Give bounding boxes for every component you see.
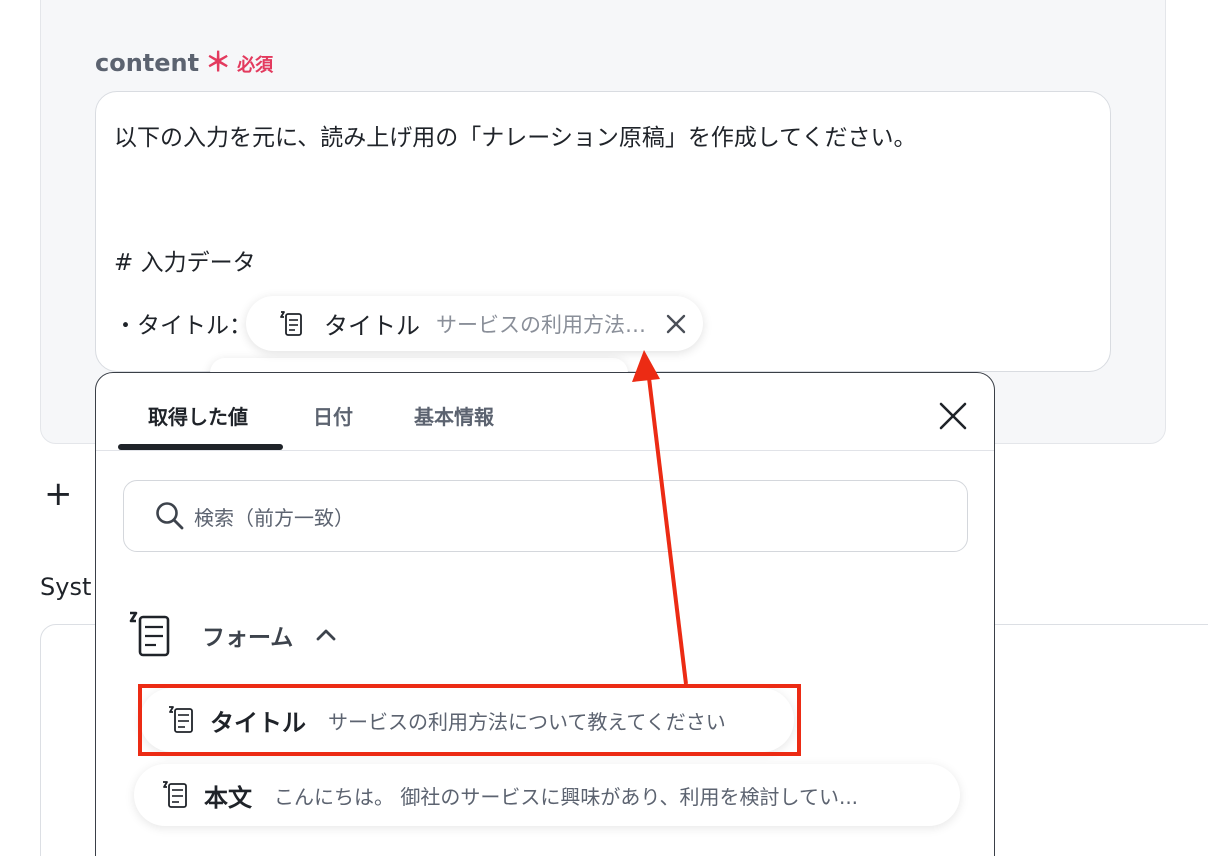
chevron-up-icon[interactable] [315, 624, 337, 646]
form-icon [280, 310, 302, 336]
picker-item-body[interactable]: 本文 こんにちは。 御社のサービスに興味があり、利用を検討してい... [134, 764, 960, 826]
chip-value: サービスの利用方法… [436, 312, 646, 337]
active-tab-indicator [118, 444, 283, 450]
close-icon[interactable] [662, 310, 690, 338]
tab-basic-info[interactable]: 基本情報 [414, 401, 494, 430]
search-placeholder: 検索（前方一致） [194, 505, 354, 530]
content-line-1: 以下の入力を元に、読み上げ用の「ナレーション原稿」を作成してください。 [114, 125, 917, 151]
content-label-text: content [95, 49, 200, 77]
annotation-highlight-box [138, 684, 801, 756]
tab-acquired-values[interactable]: 取得した値 [148, 401, 248, 430]
close-icon[interactable] [936, 399, 970, 433]
required-text: 必須 [237, 55, 274, 76]
item-value: こんにちは。 御社のサービスに興味があり、利用を検討してい... [274, 784, 859, 809]
content-field-label: content ＊ 必須 [95, 42, 273, 79]
form-icon [163, 781, 187, 808]
search-input[interactable]: 検索（前方一致） [123, 480, 968, 552]
form-icon [129, 611, 170, 657]
content-line-2: # 入力データ [114, 250, 256, 276]
group-form[interactable]: フォーム [126, 609, 337, 661]
item-name: 本文 [204, 783, 252, 812]
variable-chip-title[interactable]: タイトル サービスの利用方法… [246, 296, 703, 351]
chip-name: タイトル [324, 312, 420, 340]
tab-date[interactable]: 日付 [313, 401, 353, 430]
plus-icon[interactable]: + [44, 474, 73, 514]
group-name: フォーム [202, 625, 294, 651]
system-section-label: Syst [40, 573, 92, 601]
content-line-3: ・タイトル： [114, 313, 252, 339]
required-star: ＊ [205, 48, 232, 78]
screen: content ＊ 必須 以下の入力を元に、読み上げ用の「ナレーション原稿」を作… [0, 0, 1208, 856]
picker-tabs: 取得した値 日付 基本情報 [96, 373, 994, 451]
search-icon [156, 502, 184, 530]
